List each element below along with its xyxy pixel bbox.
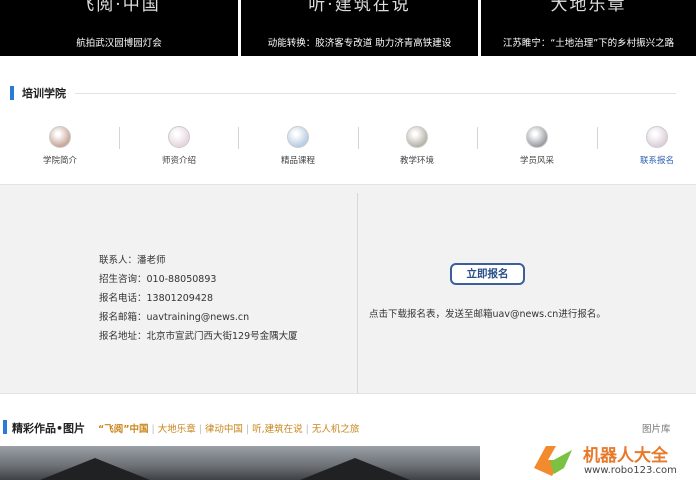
featured-photo[interactable]: [0, 446, 480, 480]
students-icon: [526, 126, 548, 148]
building-icon: [49, 126, 71, 148]
works-categories: “飞阅”中国 | 大地乐章 | 律动中国 | 听,建筑在说 | 无人机之旅: [98, 421, 359, 435]
works-section-header: 精彩作品•图片 “飞阅”中国 | 大地乐章 | 律动中国 | 听,建筑在说 | 无人机之旅 图片…: [0, 419, 696, 437]
pavilion-roof: [40, 458, 150, 480]
category-link[interactable]: “飞阅”中国: [98, 424, 149, 435]
section-accent-bar: [10, 86, 14, 100]
banner-caption[interactable]: 江苏睢宁：“土地治理”下的乡村振兴之路: [481, 35, 696, 49]
banner-caption[interactable]: 航拍武汉园博园灯会: [0, 35, 238, 49]
apply-phone: 报名电话：13801209428: [99, 293, 213, 304]
classroom-icon: [406, 126, 428, 148]
apply-now-button[interactable]: 立即报名: [450, 263, 525, 285]
category-separator: |: [198, 424, 202, 435]
tab-academy-intro[interactable]: 学院简介: [20, 122, 100, 166]
academy-title: 培训学院: [22, 87, 66, 100]
section-accent-bar: [3, 420, 7, 434]
banner-card[interactable]: 飞阅·中国 航拍武汉园博园灯会: [0, 0, 238, 56]
tab-environment[interactable]: 教学环境: [377, 122, 457, 166]
academy-tabs: 学院简介 师资介绍 精品课程 教学环境 学员风采 联系报名: [0, 122, 696, 172]
tab-label: 精品课程: [280, 156, 315, 166]
category-link[interactable]: 大地乐章: [158, 424, 196, 435]
category-link[interactable]: 无人机之旅: [312, 424, 360, 435]
contact-person: 联系人：潘老师: [99, 255, 166, 266]
apply-instructions[interactable]: 点击下载报名表，发送至邮箱uav@news.cn进行报名。: [369, 306, 606, 320]
tab-label: 联系报名: [639, 156, 674, 166]
course-icon: [287, 126, 309, 148]
contact-panel: 联系人：潘老师 招生咨询：010-88050893 报名电话：138012094…: [0, 184, 696, 394]
teachers-icon: [168, 126, 190, 148]
pavilion-roof: [300, 458, 410, 480]
tab-separator: [597, 127, 598, 149]
banner-card[interactable]: 大地乐章 江苏睢宁：“土地治理”下的乡村振兴之路: [481, 0, 696, 56]
tab-separator: [119, 127, 120, 149]
banner-headline: 听·建筑在说: [308, 0, 411, 15]
panel-divider: [357, 193, 358, 393]
tab-label: 师资介绍: [161, 156, 196, 166]
banner-caption[interactable]: 动能转换：胶济客专改道 助力济青高铁建设: [241, 35, 478, 49]
logo-name: 机器人大全: [583, 446, 668, 466]
tab-teachers[interactable]: 师资介绍: [139, 122, 219, 166]
robot-logo: 机器人大全 www.robo123.com: [528, 438, 696, 480]
contact-info: 联系人：潘老师 招生咨询：010-88050893 报名电话：138012094…: [99, 251, 298, 346]
tab-label: 教学环境: [399, 156, 434, 166]
tab-contact[interactable]: 联系报名: [617, 122, 696, 166]
category-separator: |: [245, 424, 250, 435]
tab-label: 学员风采: [519, 156, 554, 166]
logo-url: www.robo123.com: [584, 465, 677, 476]
robot-logo-icon: [534, 446, 572, 476]
apply-email[interactable]: 报名邮箱：uavtraining@news.cn: [99, 308, 298, 327]
tab-separator: [358, 127, 359, 149]
banner-headline: 大地乐章: [550, 0, 627, 15]
tab-separator: [238, 127, 239, 149]
apply-address: 报名地址：北京市宣武门西大街129号金隅大厦: [99, 331, 298, 342]
tab-separator: [477, 127, 478, 149]
academy-section-header: 培训学院: [0, 83, 696, 103]
tab-courses[interactable]: 精品课程: [258, 122, 338, 166]
consult-phone: 招生咨询：010-88050893: [99, 274, 217, 285]
section-divider: [75, 93, 676, 94]
banner-headline: 飞阅·中国: [77, 0, 161, 15]
works-title: 精彩作品•图片: [12, 422, 86, 435]
banner-card[interactable]: 听·建筑在说 动能转换：胶济客专改道 助力济青高铁建设: [241, 0, 478, 56]
tab-students[interactable]: 学员风采: [497, 122, 577, 166]
category-link[interactable]: 律动中国: [205, 424, 243, 435]
category-separator: |: [151, 424, 155, 435]
featured-banners: 飞阅·中国 航拍武汉园博园灯会 听·建筑在说 动能转换：胶济客专改道 助力济青高…: [0, 0, 696, 56]
category-link[interactable]: 听,建筑在说: [252, 424, 303, 435]
category-separator: |: [305, 424, 309, 435]
photo-library-link[interactable]: 图片库: [642, 421, 671, 435]
tab-label: 学院简介: [42, 156, 77, 166]
contact-icon: [646, 126, 668, 148]
